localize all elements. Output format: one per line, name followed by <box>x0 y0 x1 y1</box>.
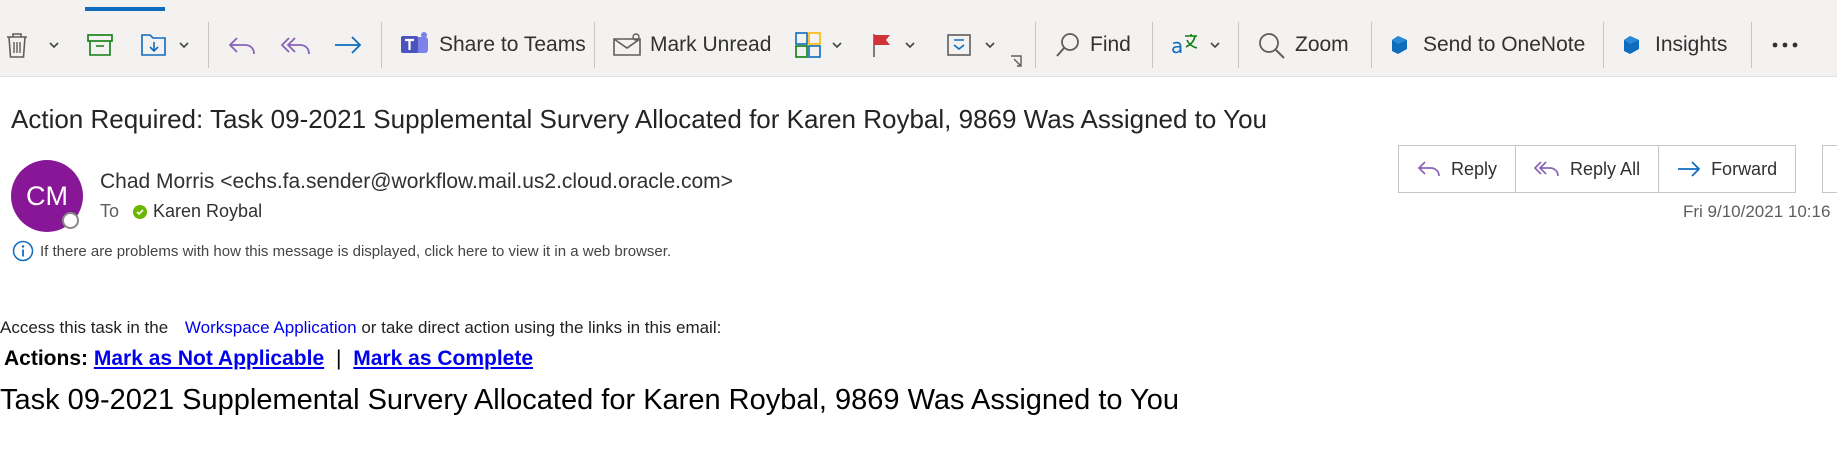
chevron-down-icon <box>179 42 189 49</box>
message-date: Fri 9/10/2021 10:16 <box>1683 202 1831 221</box>
find-button[interactable]: Find <box>1054 23 1131 67</box>
body-actions: Actions: Mark as Not Applicable | Mark a… <box>4 347 533 371</box>
flag-icon <box>873 34 890 57</box>
categorize-icon <box>795 32 821 58</box>
mark-unread-button[interactable]: Mark Unread <box>612 23 771 67</box>
share-to-teams-label: Share to Teams <box>439 33 586 56</box>
insights-label: Insights <box>1655 33 1728 56</box>
mark-unread-label: Mark Unread <box>650 33 772 56</box>
translate-button[interactable]: a <box>1170 23 1222 67</box>
workspace-application-link[interactable]: Workspace Application <box>185 318 357 337</box>
message-subject: Action Required: Task 09-2021 Supplement… <box>11 104 1267 134</box>
toolbar-divider <box>1751 22 1752 68</box>
group-launcher-button[interactable] <box>1009 50 1023 72</box>
toolbar-reply-all-button[interactable] <box>280 23 312 67</box>
rules-button[interactable] <box>945 23 997 67</box>
teams-icon <box>401 32 428 53</box>
actions-separator: | <box>335 347 342 370</box>
chevron-down-icon <box>985 42 995 49</box>
forward-icon <box>1678 161 1701 177</box>
mark-complete-link[interactable]: Mark as Complete <box>353 347 533 370</box>
search-icon <box>1056 33 1079 57</box>
onenote-icon <box>1392 36 1407 54</box>
insights-icon <box>1624 36 1639 54</box>
ribbon-toolbar: Share to Teams Mark Unread Find a Zoom S… <box>0 0 1837 77</box>
active-tab-indicator <box>85 7 165 11</box>
chevron-down-icon <box>1210 42 1220 49</box>
reply-all-button[interactable]: Reply All <box>1516 146 1660 192</box>
zoom-icon <box>1259 33 1285 59</box>
body-intro: Access this task in the Workspace Applic… <box>0 318 721 338</box>
share-to-teams-button[interactable]: Share to Teams <box>399 23 586 67</box>
toolbar-divider <box>1603 22 1604 68</box>
forward-label: Forward <box>1711 158 1778 179</box>
toolbar-divider <box>1371 22 1372 68</box>
send-to-onenote-button[interactable]: Send to OneNote <box>1389 23 1585 67</box>
toolbar-reply-button[interactable] <box>227 23 257 67</box>
reply-all-icon <box>280 37 310 55</box>
to-label: To <box>100 201 120 221</box>
more-options-button[interactable] <box>1770 23 1800 67</box>
toolbar-divider <box>1238 22 1239 68</box>
delete-dropdown[interactable] <box>47 23 61 67</box>
chevron-down-icon <box>49 42 59 49</box>
available-status-icon <box>133 204 148 219</box>
toolbar-divider <box>594 22 595 68</box>
toolbar-divider <box>381 22 382 68</box>
reply-icon <box>228 37 255 55</box>
chevron-down-icon <box>832 42 842 49</box>
reply-all-icon <box>1534 161 1559 177</box>
forward-icon <box>335 36 362 54</box>
sender-name[interactable]: Chad Morris <echs.fa.sender@workflow.mai… <box>100 170 733 194</box>
forward-button[interactable]: Forward <box>1659 146 1795 192</box>
info-text: If there are problems with how this mess… <box>40 242 672 260</box>
more-actions-button[interactable] <box>1822 145 1837 193</box>
reply-label: Reply <box>1451 158 1498 179</box>
toolbar-divider <box>208 22 209 68</box>
presence-indicator <box>62 212 79 229</box>
envelope-icon <box>613 33 641 56</box>
svg-text:a: a <box>1171 34 1183 58</box>
rules-icon <box>947 34 971 56</box>
delete-button[interactable] <box>4 23 30 67</box>
intro-suffix: or take direct action using the links in… <box>361 318 722 337</box>
move-button[interactable] <box>139 23 191 67</box>
avatar-initials: CM <box>26 180 68 211</box>
reply-actions-group: Reply Reply All Forward <box>1398 145 1797 193</box>
move-folder-icon <box>141 34 166 56</box>
more-icon <box>1772 42 1798 48</box>
archive-icon <box>87 34 113 56</box>
translate-icon: a <box>1171 34 1198 58</box>
insights-button[interactable]: Insights <box>1621 23 1727 67</box>
actions-label: Actions: <box>4 347 88 370</box>
toolbar-forward-button[interactable] <box>333 23 363 67</box>
zoom-button[interactable]: Zoom <box>1257 23 1349 67</box>
toolbar-divider <box>1035 22 1036 68</box>
task-title: Task 09-2021 Supplemental Survery Alloca… <box>0 384 1179 416</box>
flag-button[interactable] <box>869 23 917 67</box>
recipient-line: To Karen Roybal <box>100 201 262 222</box>
categorize-button[interactable] <box>794 23 844 67</box>
toolbar-divider <box>1152 22 1153 68</box>
dialog-launcher-icon <box>1011 55 1022 67</box>
chevron-down-icon <box>905 42 915 49</box>
recipient-name[interactable]: Karen Roybal <box>153 201 262 222</box>
send-to-onenote-label: Send to OneNote <box>1423 33 1586 56</box>
intro-prefix: Access this task in the <box>0 318 169 337</box>
reply-all-label: Reply All <box>1570 158 1641 179</box>
reply-button[interactable]: Reply <box>1399 146 1517 192</box>
info-icon <box>12 240 34 262</box>
info-bar[interactable]: If there are problems with how this mess… <box>12 240 671 262</box>
zoom-label: Zoom <box>1295 33 1349 56</box>
archive-button[interactable] <box>86 23 114 67</box>
mark-not-applicable-link[interactable]: Mark as Not Applicable <box>94 347 324 370</box>
reply-icon <box>1417 161 1440 177</box>
trash-icon <box>7 33 27 58</box>
find-label: Find <box>1090 33 1131 56</box>
